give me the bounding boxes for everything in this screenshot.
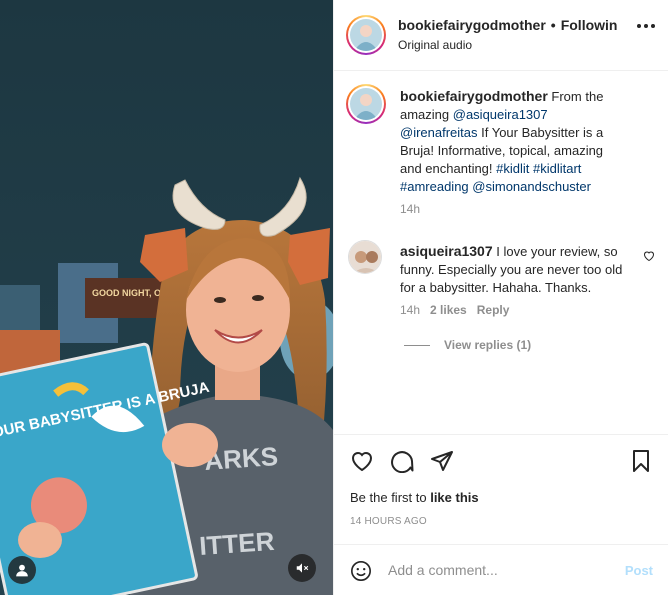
video-frame: GOOD NIGHT, OPPY! ARKS ITTER YOUR BABYSI… (0, 0, 333, 595)
following-button[interactable]: Following (561, 17, 618, 33)
user-tag-icon (16, 564, 28, 577)
header-line: bookiefairygodmother• Following (398, 17, 618, 33)
view-replies-button[interactable]: View replies (1) (404, 338, 531, 352)
commenter-avatar[interactable] (348, 240, 382, 274)
heart-icon[interactable] (350, 449, 374, 473)
post-timestamp[interactable]: 14 HOURS AGO (350, 516, 427, 527)
more-options-button[interactable] (637, 24, 655, 28)
mention-link[interactable]: @simonandschuster (472, 179, 591, 194)
likes-summary: Be the first to like this (350, 490, 479, 505)
svg-text:ITTER: ITTER (198, 526, 275, 561)
caption-time[interactable]: 14h (400, 202, 420, 216)
comment-meta: 14h 2 likes Reply (400, 303, 509, 317)
hashtag-link[interactable]: #kidlitart (533, 161, 581, 176)
comment-icon[interactable] (390, 449, 414, 473)
mention-link[interactable]: @asiqueira1307 (453, 107, 548, 122)
mute-button[interactable] (288, 554, 316, 582)
share-icon[interactable] (430, 449, 454, 473)
comment-time[interactable]: 14h (400, 303, 420, 317)
author-avatar[interactable] (346, 15, 386, 55)
commenter-username[interactable]: asiqueira1307 (400, 243, 493, 259)
post-actions: Be the first to like this 14 HOURS AGO (334, 434, 668, 544)
mention-link[interactable]: @irenafreitas (400, 125, 478, 140)
emoji-icon[interactable] (350, 560, 372, 582)
post-video[interactable]: GOOD NIGHT, OPPY! ARKS ITTER YOUR BABYSI… (0, 0, 333, 595)
mute-icon (296, 563, 309, 573)
hashtag-link[interactable]: #kidlit (496, 161, 529, 176)
comment-text: asiqueira1307 I love your review, so fun… (400, 242, 628, 297)
post-comment-button[interactable]: Post (625, 563, 653, 578)
comment-input[interactable] (388, 559, 608, 581)
reply-button[interactable]: Reply (477, 303, 510, 317)
instagram-post: GOOD NIGHT, OPPY! ARKS ITTER YOUR BABYSI… (0, 0, 668, 595)
hashtag-link[interactable]: #amreading (400, 179, 469, 194)
caption-text: bookiefairygodmother From the amazing @a… (400, 87, 625, 196)
caption-username[interactable]: bookiefairygodmother (400, 88, 548, 104)
audio-label[interactable]: Original audio (398, 38, 472, 52)
replies-divider (404, 344, 430, 346)
likes-prefix: Be the first to (350, 490, 431, 505)
more-icon (637, 24, 655, 28)
post-header: bookiefairygodmother• Following Original … (334, 0, 668, 71)
comment-heart-icon[interactable] (643, 250, 655, 262)
post-side-panel: bookiefairygodmother•Following Original … (333, 0, 668, 595)
author-username[interactable]: bookiefairygodmother (398, 17, 546, 33)
separator-dot: • (550, 17, 556, 33)
user-tag-button[interactable] (8, 556, 36, 584)
add-comment-bar: Post (334, 544, 668, 595)
comment-likes[interactable]: 2 likes (430, 303, 467, 317)
like-this-link[interactable]: like this (430, 490, 478, 505)
bookmark-icon[interactable] (629, 449, 653, 473)
caption-avatar[interactable] (346, 84, 386, 124)
view-replies-label: View replies (1) (444, 338, 532, 352)
